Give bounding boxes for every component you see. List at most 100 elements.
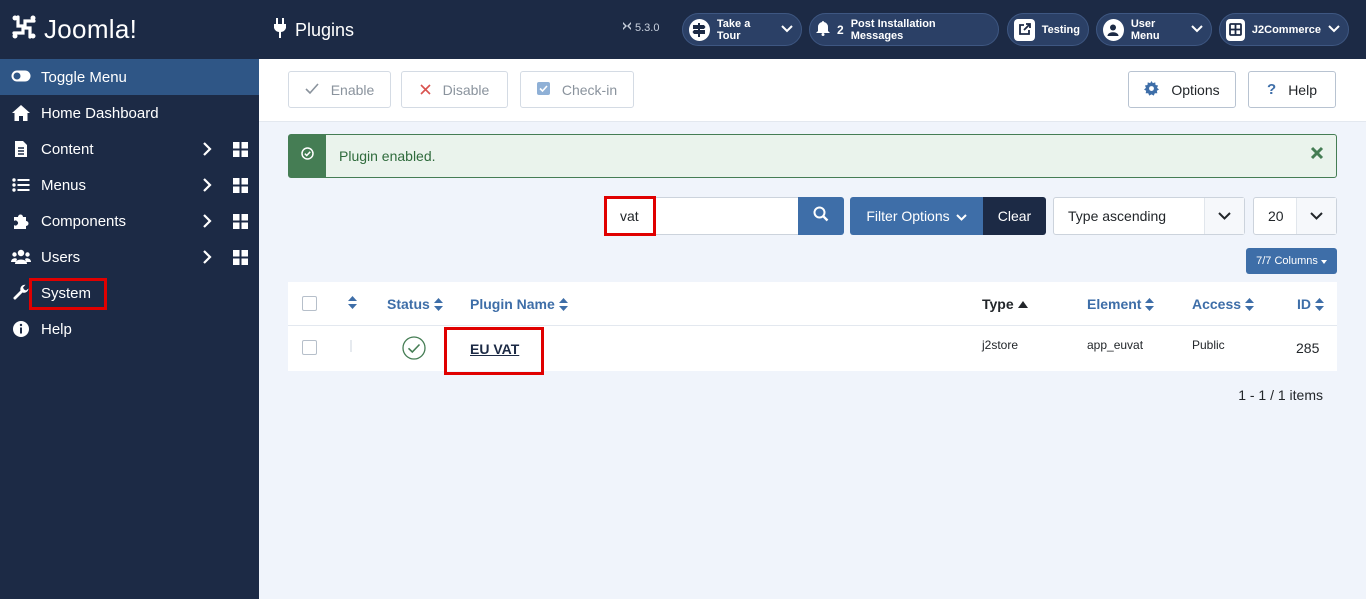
ordering-sort-icon[interactable] xyxy=(348,296,357,309)
sort-asc-icon xyxy=(1017,300,1028,308)
caret-down-icon xyxy=(1320,255,1327,267)
user-menu-button[interactable]: User Menu xyxy=(1096,13,1212,46)
list-limit-value: 20 xyxy=(1268,208,1284,224)
chevron-down-icon xyxy=(1204,198,1244,234)
joomla-small-icon xyxy=(622,21,632,34)
check-in-button[interactable]: Check-in xyxy=(520,71,634,108)
sidebar-item-home-dashboard[interactable]: Home Dashboard xyxy=(0,95,259,131)
users-icon xyxy=(11,247,31,267)
toggle-menu-label: Toggle Menu xyxy=(41,68,127,86)
chevron-down-icon xyxy=(1328,24,1340,36)
disable-button[interactable]: Disable xyxy=(401,71,508,108)
list-limit-select[interactable]: 20 xyxy=(1253,197,1337,235)
column-element[interactable]: Element xyxy=(1087,296,1155,312)
question-icon: ? xyxy=(1267,81,1277,98)
page-title: Plugins xyxy=(273,18,354,43)
plugin-name-link[interactable]: EU VAT xyxy=(470,341,519,357)
signpost-icon xyxy=(689,18,710,41)
column-access[interactable]: Access xyxy=(1192,296,1255,312)
column-element-label: Element xyxy=(1087,296,1142,312)
sidebar-item-users[interactable]: Users xyxy=(0,239,259,275)
row-checkbox[interactable] xyxy=(302,340,317,355)
column-status[interactable]: Status xyxy=(387,296,443,312)
bell-icon xyxy=(816,20,830,39)
sort-select[interactable]: Type ascending xyxy=(1053,197,1245,235)
take-a-tour-button[interactable]: Take a Tour xyxy=(682,13,802,46)
table-row: EU VAT j2store app_euvat Public 285 xyxy=(288,326,1337,371)
post-installation-messages-label: Post Installation Messages xyxy=(850,17,936,42)
plug-icon xyxy=(273,18,287,43)
sidebar: Joomla! Toggle Menu Home Dashboard Conte… xyxy=(0,0,259,599)
clear-label: Clear xyxy=(997,208,1032,224)
dashboard-grid-icon[interactable] xyxy=(233,214,248,233)
sidebar-item-components[interactable]: Components xyxy=(0,203,259,239)
status-enabled-icon[interactable] xyxy=(402,336,426,365)
alert-left-bar xyxy=(289,135,326,177)
columns-button[interactable]: 7/7 Columns xyxy=(1246,248,1337,274)
sort-icon xyxy=(558,297,568,311)
cell-type: j2store xyxy=(982,338,1019,352)
options-button[interactable]: Options xyxy=(1128,71,1236,108)
version-text: 5.3.0 xyxy=(635,21,660,34)
post-installation-messages-button[interactable]: 2 Post Installation Messages xyxy=(809,13,999,46)
chevron-down-icon xyxy=(1296,198,1336,234)
alert-message: Plugin enabled. xyxy=(339,148,436,164)
cell-id: 285 xyxy=(1296,340,1320,356)
drag-handle[interactable] xyxy=(350,340,352,352)
clear-button[interactable]: Clear xyxy=(983,197,1046,235)
disable-label: Disable xyxy=(442,81,490,98)
column-access-label: Access xyxy=(1192,296,1242,312)
sidebar-item-label: Home Dashboard xyxy=(41,104,159,122)
chevron-right-icon[interactable] xyxy=(202,249,212,269)
sidebar-item-menus[interactable]: Menus xyxy=(0,167,259,203)
column-type[interactable]: Type xyxy=(982,296,1028,312)
search-input[interactable]: vat xyxy=(605,197,799,235)
info-icon xyxy=(11,319,31,339)
user-icon xyxy=(1103,18,1124,41)
sort-icon xyxy=(433,297,443,311)
page-title-text: Plugins xyxy=(295,20,355,40)
enable-button[interactable]: Enable xyxy=(288,71,391,108)
cell-element: app_euvat xyxy=(1087,338,1144,352)
chevron-right-icon[interactable] xyxy=(202,213,212,233)
close-icon[interactable] xyxy=(1310,146,1324,165)
cell-access: Public xyxy=(1192,338,1225,352)
joomla-logo-icon xyxy=(10,13,38,46)
sidebar-item-system[interactable]: System xyxy=(0,275,259,311)
options-label: Options xyxy=(1171,81,1220,98)
site-preview-label: Testing xyxy=(1041,23,1080,36)
puzzle-icon xyxy=(11,211,31,231)
help-label: Help xyxy=(1288,81,1317,98)
gear-icon xyxy=(1144,80,1160,99)
home-icon xyxy=(11,103,31,123)
column-id[interactable]: ID xyxy=(1297,296,1324,312)
check-circle-icon xyxy=(301,147,314,165)
sidebar-item-help[interactable]: Help xyxy=(0,311,259,347)
filter-options-button[interactable]: Filter Options xyxy=(850,197,983,235)
dashboard-grid-icon[interactable] xyxy=(233,178,248,197)
sidebar-item-label: Users xyxy=(41,248,81,266)
column-plugin-name[interactable]: Plugin Name xyxy=(470,296,568,312)
site-preview-button[interactable]: Testing xyxy=(1007,13,1089,46)
dashboard-grid-icon[interactable] xyxy=(233,250,248,269)
file-icon xyxy=(11,139,31,159)
grid-icon xyxy=(1226,18,1245,41)
sidebar-item-content[interactable]: Content xyxy=(0,131,259,167)
sidebar-item-label: System xyxy=(41,284,92,302)
toggle-menu-button[interactable]: Toggle Menu xyxy=(0,59,259,95)
check-icon xyxy=(305,82,319,98)
brand-name: Joomla! xyxy=(44,14,138,44)
select-all-checkbox[interactable] xyxy=(302,296,317,311)
brand[interactable]: Joomla! xyxy=(0,0,259,59)
chevron-right-icon[interactable] xyxy=(202,141,212,161)
dashboard-grid-icon[interactable] xyxy=(233,142,248,161)
check-in-label: Check-in xyxy=(561,81,618,98)
chevron-down-icon xyxy=(781,24,793,36)
j2commerce-button[interactable]: J2Commerce xyxy=(1219,13,1349,46)
messages-count: 2 xyxy=(837,22,844,37)
column-id-label: ID xyxy=(1297,296,1311,312)
sidebar-item-label: Menus xyxy=(41,176,87,194)
help-button[interactable]: ? Help xyxy=(1248,71,1336,108)
chevron-right-icon[interactable] xyxy=(202,177,212,197)
search-button[interactable] xyxy=(798,197,844,235)
